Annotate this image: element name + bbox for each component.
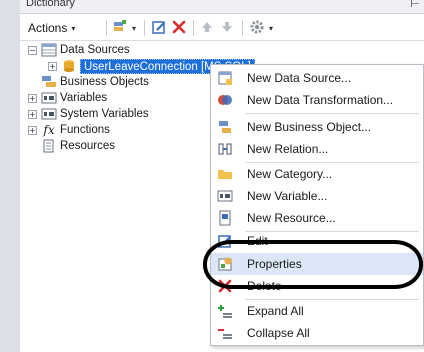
tree-item-business-objects[interactable]: Business Objects xyxy=(41,74,149,90)
left-dock-strip xyxy=(0,0,20,352)
variables-icon xyxy=(41,91,57,105)
new-item-dropdown[interactable]: ▾ xyxy=(112,19,136,37)
business-object-icon xyxy=(211,119,239,135)
expand-toggle-icon[interactable]: + xyxy=(28,109,37,119)
menu-item-label: New Data Source... xyxy=(247,71,352,85)
chevron-down-icon: ▾ xyxy=(269,23,274,33)
edit-icon xyxy=(151,19,167,38)
menu-item-label: New Business Object... xyxy=(247,120,372,134)
tree-item-label: Business Objects xyxy=(60,76,149,88)
expand-toggle-icon[interactable]: + xyxy=(28,125,37,135)
tree-item-system-variables[interactable]: + System Variables xyxy=(28,106,149,122)
data-source-icon xyxy=(211,70,239,86)
expand-toggle-icon[interactable]: + xyxy=(28,93,37,103)
menu-item-delete[interactable]: Delete xyxy=(211,275,423,297)
data-transformation-icon xyxy=(211,92,239,108)
panel-titlebar: Dictionary ⊢ xyxy=(20,0,424,14)
toolbar-separator xyxy=(242,20,243,36)
variable-icon xyxy=(211,188,239,204)
tree-item-label: System Variables xyxy=(60,108,149,120)
move-down-button[interactable] xyxy=(220,19,234,37)
toolbar-separator xyxy=(144,20,145,36)
database-icon xyxy=(61,59,77,73)
menu-item-label: Properties xyxy=(247,257,302,271)
tree-item-label: Data Sources xyxy=(60,44,130,56)
collapse-all-icon xyxy=(211,325,239,341)
menu-item-new-category[interactable]: New Category... xyxy=(211,163,423,185)
menu-separator xyxy=(245,113,419,114)
chevron-down-icon: ▾ xyxy=(132,23,137,33)
tree-item-resources[interactable]: Resources xyxy=(41,138,115,154)
system-variables-icon xyxy=(41,107,57,121)
tree-item-label: Functions xyxy=(60,124,110,136)
tree-item-functions[interactable]: + fx Functions xyxy=(28,122,110,138)
menu-item-properties[interactable]: Properties xyxy=(211,253,423,275)
pin-icon[interactable]: ⊢ xyxy=(410,0,420,10)
function-icon: fx xyxy=(43,123,55,137)
menu-item-label: Collapse All xyxy=(247,326,310,340)
menu-item-label: New Relation... xyxy=(247,142,329,156)
data-sources-icon xyxy=(41,43,57,57)
properties-icon xyxy=(211,256,239,272)
expand-toggle-icon[interactable]: + xyxy=(48,61,57,71)
settings-dropdown[interactable]: ▾ xyxy=(249,19,273,37)
expand-all-icon xyxy=(211,303,239,319)
folder-icon xyxy=(211,166,239,182)
business-objects-icon xyxy=(41,75,57,89)
tree-item-data-sources[interactable]: − Data Sources xyxy=(28,42,130,58)
tree-item-label: Variables xyxy=(60,92,108,104)
menu-item-new-data-source[interactable]: New Data Source... xyxy=(211,67,423,89)
toolbar-separator xyxy=(193,20,194,36)
menu-item-label: New Variable... xyxy=(247,189,328,203)
menu-item-new-variable[interactable]: New Variable... xyxy=(211,185,423,207)
tree-item-label: Resources xyxy=(60,140,115,152)
menu-item-new-data-transformation[interactable]: New Data Transformation... xyxy=(211,89,423,111)
toolbar-separator xyxy=(106,20,107,36)
actions-label: Actions xyxy=(28,21,68,35)
edit-icon xyxy=(211,233,239,249)
menu-item-label: New Resource... xyxy=(247,211,336,225)
move-down-icon xyxy=(220,20,234,37)
move-up-button[interactable] xyxy=(200,19,214,37)
edit-button[interactable] xyxy=(151,19,167,37)
resources-icon xyxy=(41,139,57,153)
delete-button[interactable] xyxy=(171,19,187,37)
chevron-down-icon: ▾ xyxy=(71,23,76,33)
panel-title: Dictionary xyxy=(26,0,75,9)
new-item-icon xyxy=(112,19,128,38)
menu-item-edit[interactable]: Edit xyxy=(211,230,423,252)
menu-item-collapse-all[interactable]: Collapse All xyxy=(211,322,423,344)
delete-icon xyxy=(211,278,239,294)
relation-icon xyxy=(211,141,239,157)
delete-icon xyxy=(171,19,187,38)
move-up-icon xyxy=(200,20,214,37)
actions-dropdown[interactable]: Actions ▾ xyxy=(28,19,75,37)
tree-item-variables[interactable]: + Variables xyxy=(28,90,107,106)
menu-item-label: New Category... xyxy=(247,167,333,181)
menu-item-label: Delete xyxy=(247,279,282,293)
settings-icon xyxy=(249,19,265,38)
collapse-toggle-icon[interactable]: − xyxy=(28,45,37,55)
menu-item-new-relation[interactable]: New Relation... xyxy=(211,138,423,160)
dictionary-toolbar: Actions ▾ ▾ ▾ xyxy=(20,15,424,41)
menu-item-new-business-object[interactable]: New Business Object... xyxy=(211,116,423,138)
resource-icon xyxy=(211,210,239,226)
context-menu: New Data Source... New Data Transformati… xyxy=(210,64,424,346)
menu-item-label: Expand All xyxy=(247,304,304,318)
menu-item-expand-all[interactable]: Expand All xyxy=(211,300,423,322)
menu-item-new-resource[interactable]: New Resource... xyxy=(211,207,423,229)
menu-item-label: Edit xyxy=(247,234,268,248)
menu-item-label: New Data Transformation... xyxy=(247,93,394,107)
